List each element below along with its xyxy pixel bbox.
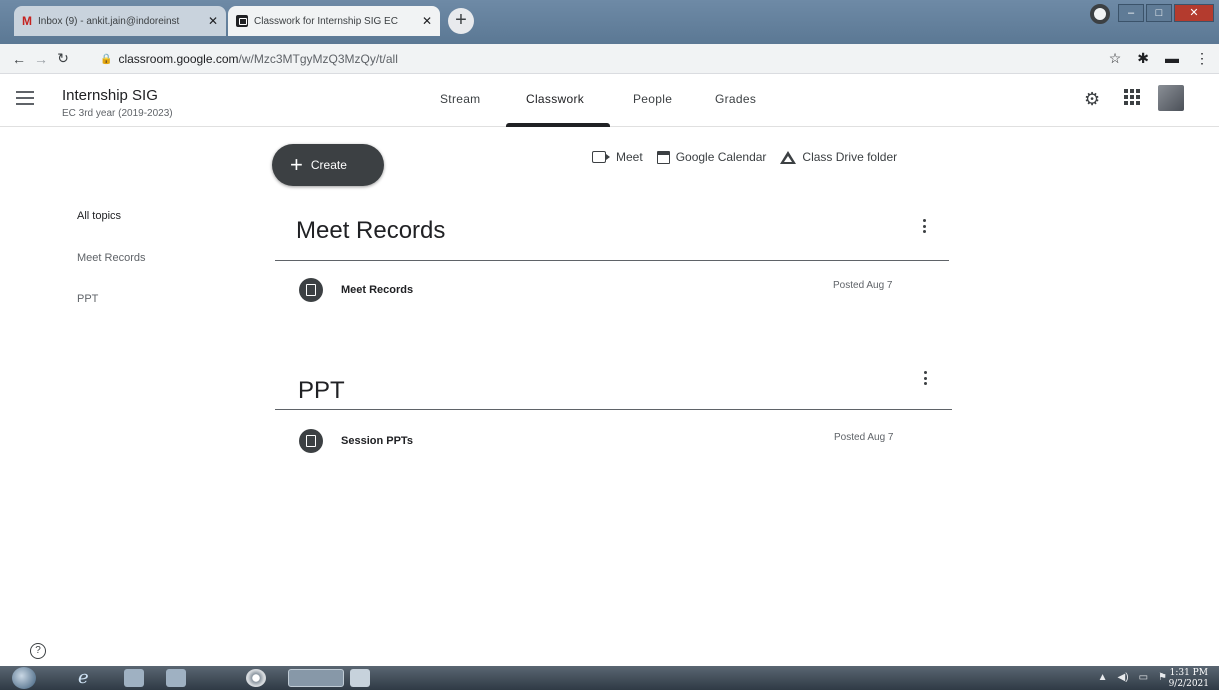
browser-tab-strip: M Inbox (9) - ankit.jain@indoreinst ✕ Cl… [0, 0, 1219, 44]
tray-arrow-icon[interactable]: ▲ [1098, 672, 1108, 683]
browser-menu-icon[interactable]: ⋮ [1195, 50, 1209, 67]
tab-grades[interactable]: Grades [715, 92, 756, 106]
clock[interactable]: 1:31 PM 9/2/2021 [1169, 668, 1209, 690]
help-icon[interactable]: ? [30, 643, 46, 659]
network-icon[interactable]: ▭ [1139, 672, 1148, 683]
more-vert-icon[interactable] [923, 219, 927, 233]
drive-icon [780, 150, 797, 164]
tab-people[interactable]: People [633, 92, 672, 106]
quick-links: Meet Google Calendar Class Drive folder [592, 150, 911, 164]
sidebar-item-all-topics[interactable]: All topics [77, 210, 121, 222]
tab-gmail-inbox[interactable]: M Inbox (9) - ankit.jain@indoreinst ✕ [14, 6, 226, 36]
file-explorer-icon[interactable] [124, 669, 144, 687]
start-button-icon[interactable] [12, 667, 36, 689]
extension-badge-icon[interactable]: ▬ [1165, 50, 1179, 67]
list-item[interactable]: Meet Records [299, 278, 413, 302]
topic-divider [275, 260, 949, 261]
class-title[interactable]: Internship SIG [62, 87, 158, 104]
calendar-link[interactable]: Google Calendar [656, 150, 767, 164]
gear-icon[interactable]: ⚙ [1084, 89, 1100, 110]
more-vert-icon[interactable] [924, 371, 928, 385]
active-app-icon[interactable] [288, 669, 344, 687]
hamburger-menu-icon[interactable] [16, 91, 34, 105]
tab-title: Inbox (9) - ankit.jain@indoreinst [38, 15, 180, 27]
classroom-header: Internship SIG EC 3rd year (2019-2023) S… [0, 75, 1219, 127]
create-label: Create [310, 158, 347, 172]
topic-divider [275, 409, 952, 410]
clock-time: 1:31 PM [1169, 668, 1208, 678]
url-domain: classroom.google.com [118, 52, 239, 66]
new-tab-button[interactable]: + [448, 8, 474, 34]
url-path: /w/Mzc3MTgyMzQ3MzQy/t/all [238, 52, 398, 66]
forward-icon[interactable]: → [30, 51, 52, 67]
maximize-icon[interactable]: □ [1146, 4, 1172, 22]
os-taskbar: e ▲ ◀) ▭ ⚑ 1:31 PM 9/2/2021 [0, 666, 1219, 690]
flag-icon[interactable]: ⚑ [1158, 672, 1167, 683]
meet-label: Meet [616, 150, 643, 164]
gmail-icon: M [22, 14, 32, 28]
volume-icon[interactable]: ◀) [1118, 672, 1129, 683]
url-input[interactable]: 🔒 classroom.google.com/w/Mzc3MTgyMzQ3MzQ… [100, 48, 1080, 70]
clock-date: 9/2/2021 [1168, 679, 1209, 689]
plus-icon: + [290, 152, 303, 177]
topic-title: Meet Records [296, 217, 446, 244]
calendar-icon [656, 150, 670, 164]
classroom-icon [236, 15, 248, 27]
drive-folder-link[interactable]: Class Drive folder [780, 150, 897, 164]
item-title: Meet Records [341, 284, 414, 296]
video-camera-icon [592, 151, 610, 163]
posted-date: Posted Aug 7 [833, 280, 893, 291]
back-icon[interactable]: ← [8, 51, 30, 67]
reload-icon[interactable]: ↻ [52, 50, 74, 67]
profile-icon[interactable] [1090, 4, 1110, 24]
apps-grid-icon[interactable] [1124, 89, 1140, 105]
avatar[interactable] [1158, 85, 1184, 111]
sidebar-item-meet-records[interactable]: Meet Records [77, 252, 145, 264]
internet-explorer-icon[interactable]: e [78, 669, 98, 687]
tab-stream[interactable]: Stream [440, 92, 480, 106]
item-title: Session PPTs [341, 435, 413, 447]
tab-classwork[interactable]: Classwork for Internship SIG EC ✕ [228, 6, 440, 36]
star-icon[interactable]: ☆ [1109, 50, 1122, 67]
minimize-icon[interactable]: – [1118, 4, 1144, 22]
material-icon [299, 429, 323, 453]
address-bar: ← → ↻ 🔒 classroom.google.com/w/Mzc3MTgyM… [0, 44, 1219, 74]
sidebar-item-ppt[interactable]: PPT [77, 293, 98, 305]
create-button[interactable]: + Create [272, 144, 384, 186]
tab-classwork-nav[interactable]: Classwork [526, 92, 584, 106]
posted-date: Posted Aug 7 [834, 432, 894, 443]
tab-title: Classwork for Internship SIG EC [254, 15, 398, 27]
system-tray: ▲ ◀) ▭ ⚑ [1098, 672, 1167, 683]
lock-icon: 🔒 [100, 53, 113, 65]
drive-label: Class Drive folder [802, 150, 898, 164]
close-icon[interactable]: ✕ [208, 14, 218, 28]
meet-link[interactable]: Meet [592, 150, 643, 164]
extensions-icon[interactable]: ✱ [1137, 50, 1149, 67]
class-section: EC 3rd year (2019-2023) [62, 108, 173, 119]
media-player-icon[interactable] [166, 669, 186, 687]
close-window-icon[interactable]: ✕ [1174, 4, 1214, 22]
window-controls: – □ ✕ [1118, 4, 1214, 24]
topic-title: PPT [298, 377, 345, 404]
list-item[interactable]: Session PPTs [299, 429, 413, 453]
active-tab-indicator [506, 123, 610, 127]
close-icon[interactable]: ✕ [422, 14, 432, 28]
chrome-icon[interactable] [246, 669, 266, 687]
calendar-label: Google Calendar [675, 150, 767, 164]
word-icon[interactable] [350, 669, 370, 687]
material-icon [299, 278, 323, 302]
